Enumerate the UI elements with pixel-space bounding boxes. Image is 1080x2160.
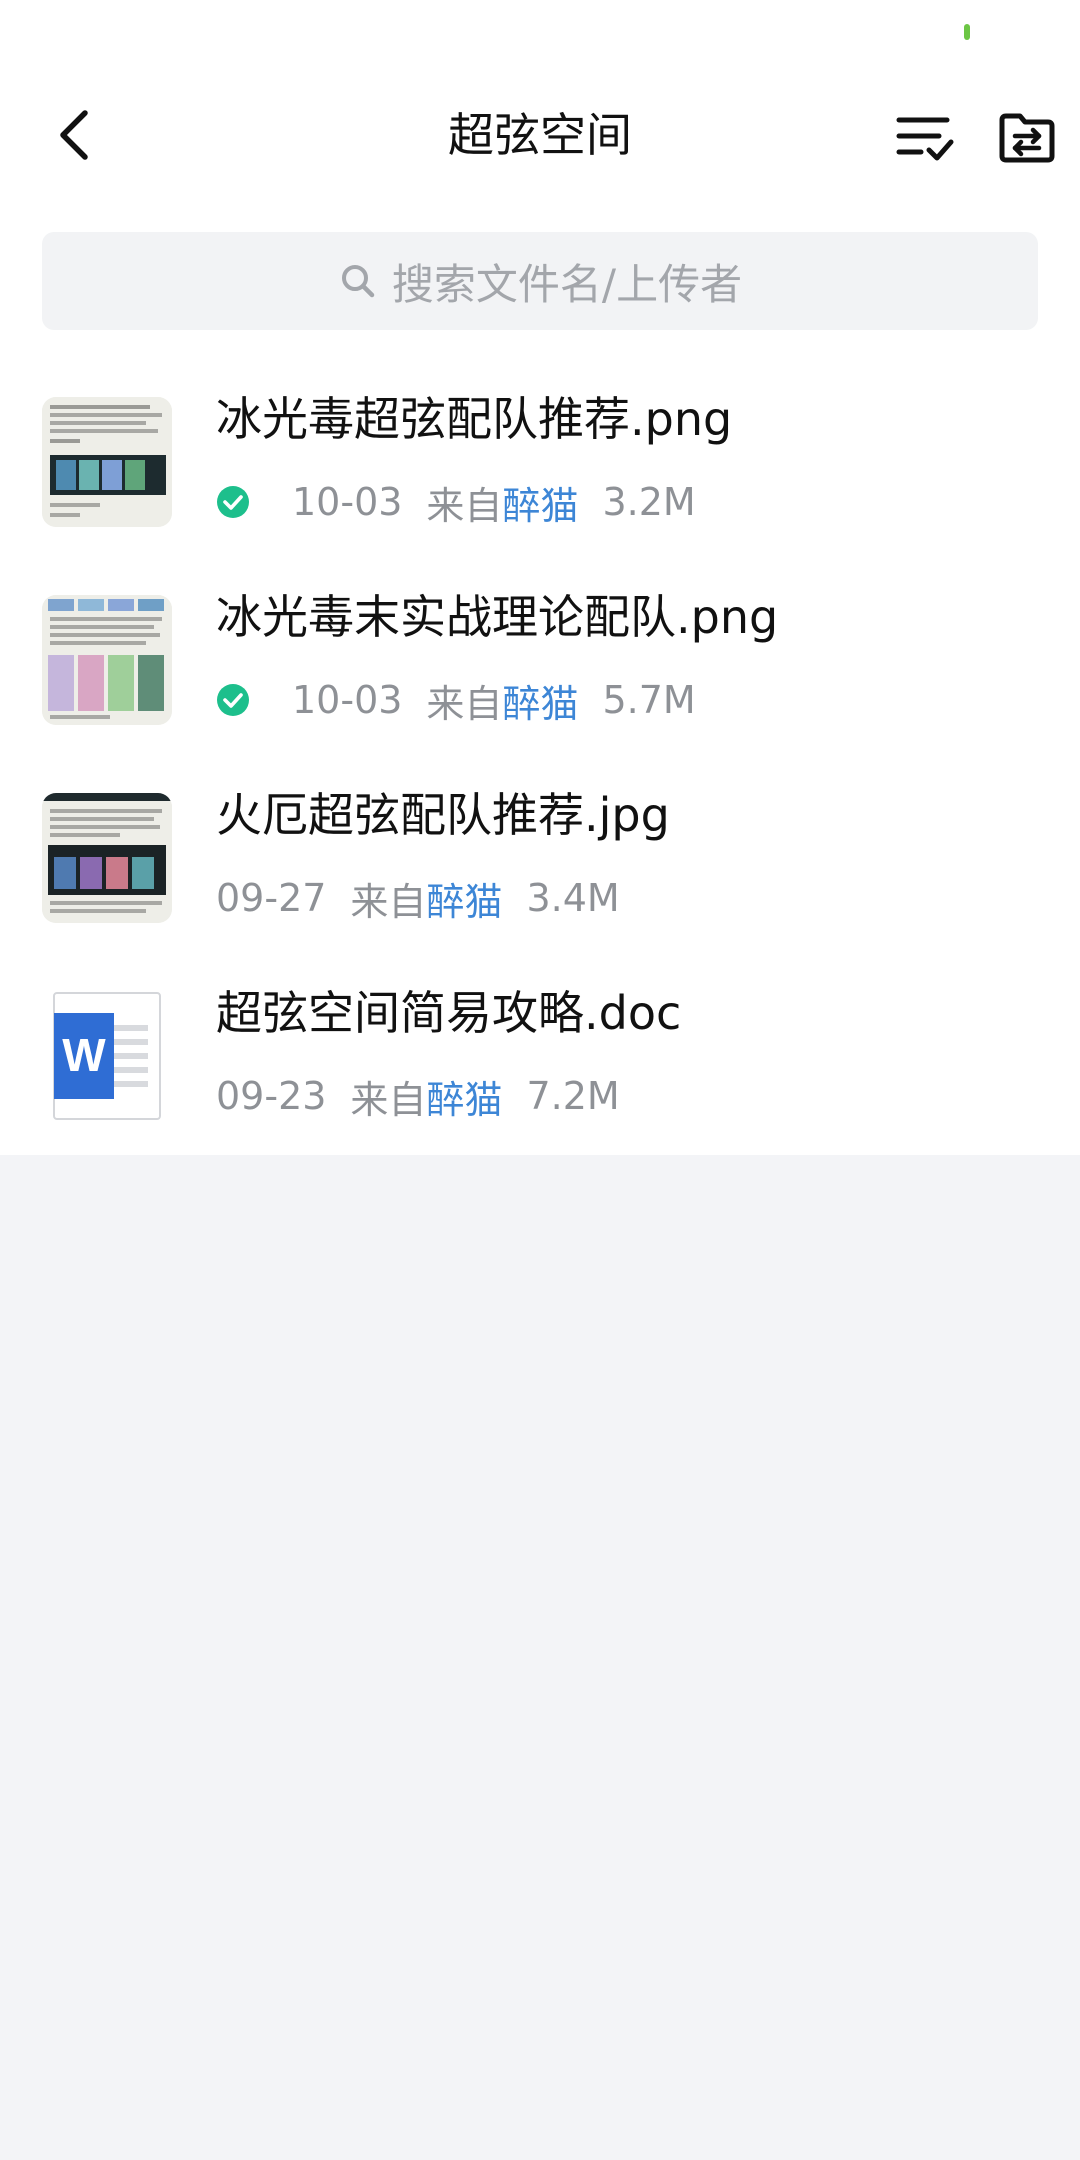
file-date: 10-03 — [292, 480, 403, 524]
image-thumbnail — [42, 397, 172, 527]
list-check-icon — [896, 117, 954, 161]
file-meta: 09-23 来自 醉猫 7.2M — [216, 1069, 620, 1124]
uploader-link[interactable]: 醉猫 — [502, 673, 578, 728]
file-size: 5.7M — [602, 678, 696, 722]
file-list: 冰光毒超弦配队推荐.png 10-03 来自 醉猫 3.2M 冰光毒末实战理论配… — [0, 385, 1080, 1177]
image-thumbnail — [42, 595, 172, 725]
file-date: 09-23 — [216, 1074, 327, 1118]
check-circle-icon — [216, 485, 250, 519]
content-panel: 超弦空间 搜索文件名/上传者 冰光毒超弦配队推荐.png 10-03 来自 醉猫… — [0, 0, 1080, 1155]
file-name: 火厄超弦配队推荐.jpg — [216, 788, 670, 842]
file-item[interactable]: W 超弦空间简易攻略.doc 09-23 来自 醉猫 7.2M — [0, 979, 1080, 1177]
header-bar: 超弦空间 — [0, 70, 1080, 200]
file-name: 超弦空间简易攻略.doc — [216, 986, 682, 1040]
multi-select-button[interactable] — [892, 105, 958, 171]
back-button[interactable] — [40, 100, 110, 170]
file-name: 冰光毒末实战理论配队.png — [216, 590, 779, 644]
file-meta: 09-27 来自 醉猫 3.4M — [216, 871, 620, 926]
svg-text:W: W — [62, 1029, 106, 1081]
word-doc-icon: W — [42, 991, 172, 1121]
chevron-left-icon — [60, 110, 88, 160]
search-input[interactable]: 搜索文件名/上传者 — [42, 232, 1038, 330]
page-title: 超弦空间 — [448, 108, 632, 162]
from-label: 来自 — [426, 681, 503, 726]
status-indicator — [964, 24, 970, 40]
file-meta: 10-03 来自 醉猫 3.2M — [216, 475, 696, 530]
status-bar — [0, 0, 1080, 70]
file-size: 3.4M — [526, 876, 620, 920]
file-date: 10-03 — [292, 678, 403, 722]
search-icon — [338, 261, 378, 301]
from-label: 来自 — [350, 1077, 427, 1122]
search-placeholder: 搜索文件名/上传者 — [391, 259, 743, 309]
file-date: 09-27 — [216, 876, 327, 920]
file-size: 3.2M — [602, 480, 696, 524]
file-item[interactable]: 冰光毒超弦配队推荐.png 10-03 来自 醉猫 3.2M — [0, 385, 1080, 583]
file-size: 7.2M — [526, 1074, 620, 1118]
uploader-link[interactable]: 醉猫 — [426, 871, 502, 926]
check-circle-icon — [216, 683, 250, 717]
file-item[interactable]: 冰光毒末实战理论配队.png 10-03 来自 醉猫 5.7M — [0, 583, 1080, 781]
folder-transfer-icon — [999, 113, 1055, 163]
file-item[interactable]: 火厄超弦配队推荐.jpg 09-27 来自 醉猫 3.4M — [0, 781, 1080, 979]
uploader-link[interactable]: 醉猫 — [426, 1069, 502, 1124]
file-meta: 10-03 来自 醉猫 5.7M — [216, 673, 696, 728]
from-label: 来自 — [350, 879, 427, 924]
folder-transfer-button[interactable] — [994, 105, 1060, 171]
uploader-link[interactable]: 醉猫 — [502, 475, 578, 530]
image-thumbnail — [42, 793, 172, 923]
from-label: 来自 — [426, 483, 503, 528]
file-name: 冰光毒超弦配队推荐.png — [216, 392, 733, 446]
